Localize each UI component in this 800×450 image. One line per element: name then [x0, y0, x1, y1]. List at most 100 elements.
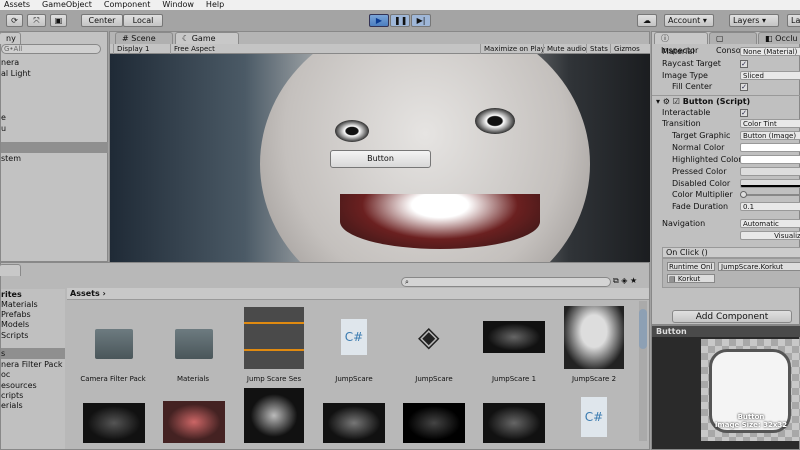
tab-hierarchy[interactable]: ny — [0, 32, 21, 44]
gizmos-dropdown[interactable]: Gizmos — [610, 44, 643, 54]
pivot-local-button[interactable]: Local — [123, 14, 163, 27]
raycast-checkbox[interactable]: ✓ — [740, 60, 748, 68]
account-dropdown[interactable]: Account ▾ — [664, 14, 714, 27]
image-thumbnail[interactable] — [163, 401, 225, 443]
account-label: Account — [668, 16, 701, 25]
color-multiplier-slider[interactable] — [740, 191, 800, 198]
rotate-tool-button[interactable]: ⟳ — [6, 14, 23, 27]
disabled-color-label: Disabled Color — [672, 179, 731, 188]
layers-dropdown[interactable]: Layers ▾ — [729, 14, 779, 27]
layout-dropdown[interactable]: La — [787, 14, 800, 27]
hierarchy-search-input[interactable]: G•All — [1, 44, 101, 54]
asset-label: JumpScare — [335, 375, 373, 383]
target-graphic-field[interactable]: Button (Image) — [740, 131, 800, 140]
step-button[interactable]: ▶| — [411, 14, 431, 27]
fill-center-checkbox[interactable]: ✓ — [740, 83, 748, 91]
aspect-label: Free Aspect — [174, 45, 215, 53]
game-ui-button[interactable]: Button — [330, 150, 431, 168]
navigation-dropdown[interactable]: Automatic — [740, 219, 800, 228]
layers-label: Layers — [733, 16, 760, 25]
highlighted-color-label: Highlighted Color — [672, 155, 742, 164]
filter-icons[interactable]: ⧉ ◈ ★ — [613, 276, 637, 286]
pressed-color-swatch[interactable] — [740, 167, 800, 176]
component-title: Button (Script) — [682, 97, 751, 106]
preview-size: Image Size: 32x32 — [714, 421, 788, 429]
scale-tool-button[interactable]: ⤧ — [27, 14, 46, 27]
interactable-label: Interactable — [662, 108, 711, 117]
image-type-dropdown[interactable]: Sliced — [740, 71, 800, 80]
aspect-dropdown[interactable]: Free Aspect — [170, 44, 270, 54]
game-button-label: Button — [367, 154, 394, 163]
pivot-center-button[interactable]: Center — [81, 14, 123, 27]
visualize-button[interactable]: Visualize — [740, 231, 800, 240]
project-search-input[interactable]: ⌕ — [401, 277, 611, 287]
interactable-checkbox[interactable]: ✓ — [740, 109, 748, 117]
menu-assets[interactable]: Assets — [4, 0, 30, 10]
hierarchy-item[interactable]: e — [1, 112, 6, 123]
tab-project[interactable] — [0, 264, 21, 276]
breadcrumb: Assets › — [67, 288, 649, 300]
onclick-list: Runtime Onl JumpScare.Korkut ▤ Korkut — [662, 258, 800, 288]
image-thumbnail[interactable] — [244, 388, 304, 443]
navigation-label: Navigation — [662, 219, 706, 228]
transition-dropdown[interactable]: Color Tint — [740, 119, 800, 128]
menu-component[interactable]: Component — [104, 0, 150, 10]
hierarchy-item[interactable]: nera — [1, 57, 19, 68]
object-field[interactable]: ▤ Korkut — [667, 274, 715, 283]
tree-item[interactable]: erials — [1, 400, 23, 411]
stats-toggle[interactable]: Stats — [586, 44, 611, 54]
cloud-icon[interactable]: ☁ — [637, 14, 657, 27]
function-dropdown[interactable]: JumpScare.Korkut — [718, 262, 800, 271]
tree-item-assets[interactable]: s — [1, 348, 65, 359]
display-dropdown[interactable]: Display 1 — [113, 44, 169, 54]
scene-tab-label: Scene — [131, 34, 156, 43]
menu-window[interactable]: Window — [162, 0, 194, 10]
tree-item[interactable]: Scripts — [1, 330, 28, 341]
normal-color-swatch[interactable] — [740, 143, 800, 152]
disabled-color-swatch[interactable] — [740, 179, 800, 188]
highlighted-color-swatch[interactable] — [740, 155, 800, 164]
image-thumbnail[interactable] — [83, 403, 145, 443]
inspector-panel: ⓘ Inspector ▢ Console ◧ Occlu Material N… — [651, 31, 800, 325]
menu-gameobject[interactable]: GameObject — [42, 0, 92, 10]
hierarchy-item[interactable]: al Light — [1, 68, 31, 79]
tree-item[interactable]: Models — [1, 319, 29, 330]
tab-inspector[interactable]: ⓘ Inspector — [654, 32, 708, 55]
image-thumbnail[interactable] — [323, 403, 385, 443]
menu-help[interactable]: Help — [206, 0, 224, 10]
preview-title[interactable]: Button — [652, 326, 800, 337]
maximize-on-play-toggle[interactable]: Maximize on Play — [480, 44, 548, 54]
mute-audio-toggle[interactable]: Mute audio — [543, 44, 589, 54]
tree-item[interactable]: oc — [1, 369, 10, 380]
onclick-header: On Click () — [662, 247, 800, 258]
hierarchy-item[interactable]: stem — [1, 153, 21, 164]
csharp-script-icon[interactable]: C# — [581, 397, 607, 437]
material-field[interactable]: None (Material) — [740, 47, 800, 56]
tab-scene[interactable]: # Scene — [115, 32, 173, 44]
hierarchy-item[interactable]: u — [1, 123, 6, 134]
raycast-label: Raycast Target — [662, 59, 721, 68]
preview-info: Button Image Size: 32x32 — [701, 413, 800, 429]
image-thumbnail[interactable] — [403, 403, 465, 443]
add-component-button[interactable]: Add Component — [672, 310, 792, 323]
image-thumbnail[interactable] — [483, 403, 545, 443]
tab-occlusion[interactable]: ◧ Occlu — [758, 32, 800, 44]
fade-duration-field[interactable]: 0.1 — [740, 202, 800, 211]
game-view-image: Button — [110, 54, 650, 262]
pressed-color-label: Pressed Color — [672, 167, 727, 176]
tab-console[interactable]: ▢ Console — [709, 32, 757, 55]
asset-label: Materials — [176, 375, 210, 383]
pause-button[interactable]: ❚❚ — [390, 14, 410, 27]
asset-label: JumpScare 2 — [571, 375, 617, 383]
asset-scrollbar[interactable] — [639, 301, 647, 441]
breadcrumb-assets[interactable]: Assets — [70, 289, 100, 298]
image-thumbnail — [483, 321, 545, 353]
hierarchy-item-selected[interactable] — [1, 142, 108, 153]
rect-tool-button[interactable]: ▣ — [50, 14, 67, 27]
runtime-dropdown[interactable]: Runtime Onl — [667, 262, 715, 271]
tab-game[interactable]: ☾ Game — [175, 32, 239, 44]
color-multiplier-label: Color Multiplier — [672, 190, 733, 199]
button-component-header[interactable]: ▾ ⚙ ☑ Button (Script) — [656, 96, 750, 107]
play-button[interactable]: ▶ — [369, 14, 389, 27]
object-label: Korkut — [677, 275, 701, 283]
